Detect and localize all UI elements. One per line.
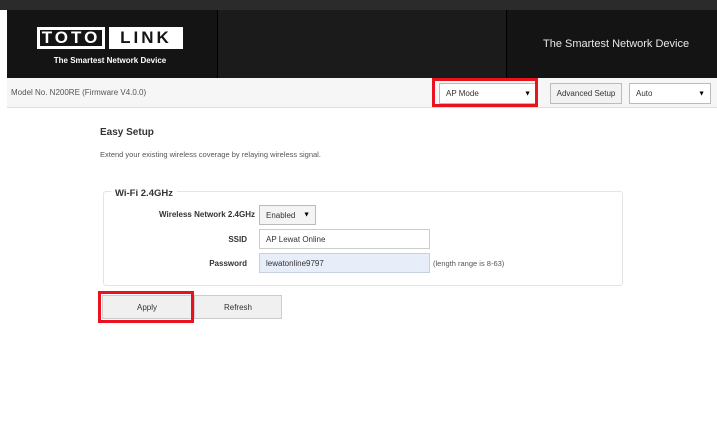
page-description: Extend your existing wireless coverage b… — [100, 150, 321, 159]
wireless-network-value: Enabled — [266, 210, 296, 220]
logo-toto-text: TOTO — [37, 27, 105, 49]
ssid-input[interactable]: AP Lewat Online — [259, 229, 430, 249]
refresh-button[interactable]: Refresh — [194, 295, 282, 319]
page-title: Easy Setup — [100, 127, 154, 138]
apply-button-highlight — [98, 291, 194, 323]
header-slogan: The Smartest Network Device — [543, 38, 690, 50]
totolink-logo: TOTO LINK The Smartest Network Device — [37, 27, 183, 67]
language-select-value: Auto — [636, 89, 653, 98]
mode-select-highlight — [432, 78, 538, 107]
language-select[interactable]: Auto ▼ — [629, 83, 711, 104]
ssid-label: SSID — [228, 235, 247, 244]
wifi-section-legend: Wi-Fi 2.4GHz — [111, 188, 177, 199]
logo-tagline: The Smartest Network Device — [53, 56, 167, 65]
advanced-setup-button[interactable]: Advanced Setup — [550, 83, 622, 104]
triangle-down-icon: ▼ — [303, 211, 310, 219]
info-bar: Model No. N200RE (Firmware V4.0.0) AP Mo… — [7, 78, 717, 108]
header-divider-panel — [217, 10, 507, 78]
top-strip — [0, 0, 717, 10]
model-info: Model No. N200RE (Firmware V4.0.0) — [11, 88, 147, 97]
main-content: Easy Setup Extend your existing wireless… — [7, 108, 717, 441]
password-hint: (length range is 8-63) — [433, 259, 505, 268]
wireless-network-label: Wireless Network 2.4GHz — [159, 210, 255, 219]
header-bar: TOTO LINK The Smartest Network Device Th… — [7, 10, 717, 78]
password-input[interactable]: lewatonline9797 — [259, 253, 430, 273]
password-label: Password — [209, 259, 247, 268]
triangle-down-icon: ▼ — [698, 90, 705, 97]
logo-link-text: LINK — [109, 27, 183, 49]
wireless-network-select[interactable]: Enabled ▼ — [259, 205, 316, 225]
